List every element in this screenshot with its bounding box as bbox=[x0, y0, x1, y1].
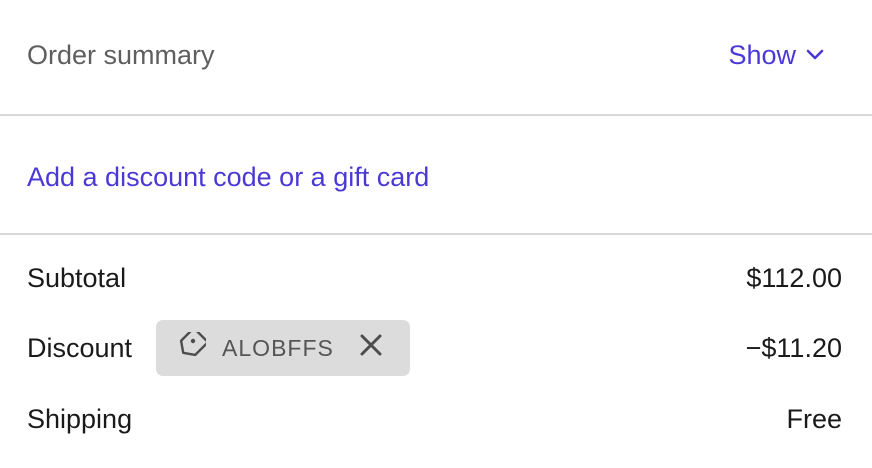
shipping-value: Free bbox=[786, 403, 842, 434]
chevron-down-icon bbox=[806, 49, 824, 61]
discount-code-chip: ALOBFFS bbox=[156, 320, 411, 376]
remove-discount-button[interactable] bbox=[358, 332, 384, 365]
show-toggle-label: Show bbox=[728, 40, 796, 70]
close-icon bbox=[358, 332, 384, 365]
discount-label: Discount bbox=[27, 332, 133, 363]
subtotal-label: Subtotal bbox=[27, 262, 127, 293]
subtotal-value: $112.00 bbox=[746, 262, 842, 293]
discount-code-text: ALOBFFS bbox=[222, 334, 334, 361]
discount-section: Add a discount code or a gift card bbox=[0, 116, 872, 235]
shipping-label: Shipping bbox=[27, 403, 133, 434]
tag-icon bbox=[176, 327, 209, 365]
add-discount-link[interactable]: Add a discount code or a gift card bbox=[27, 160, 429, 194]
order-summary-header: Order summary Show bbox=[0, 0, 872, 116]
shipping-row: Shipping Free bbox=[27, 399, 842, 439]
subtotal-row: Subtotal $112.00 bbox=[27, 258, 842, 298]
order-summary-title: Order summary bbox=[27, 40, 215, 70]
discount-value: −$11.20 bbox=[745, 332, 842, 363]
discount-row: Discount ALOBFFS −$11.20 bbox=[27, 320, 842, 376]
show-summary-toggle[interactable]: Show bbox=[728, 38, 824, 72]
